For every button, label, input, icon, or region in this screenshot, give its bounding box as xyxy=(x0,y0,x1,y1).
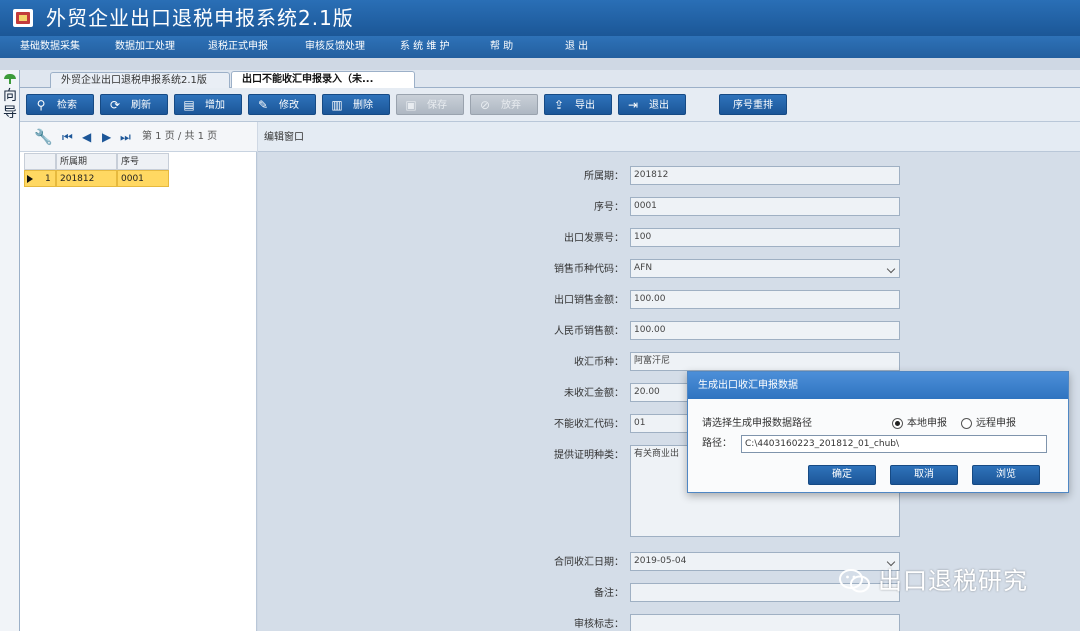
pager-status: 第 1 页 / 共 1 页 xyxy=(142,131,218,142)
cancel-icon: ⊘ xyxy=(479,98,491,112)
field-label-seq: 序号： xyxy=(594,202,624,213)
menu-basic-data[interactable]: 基础数据采集 xyxy=(20,40,80,54)
exit-icon: ⇥ xyxy=(627,98,639,112)
tab-bar: 外贸企业出口退税申报系统2.1版 出口不能收汇申报录入（未... xyxy=(20,70,1080,89)
edit-button[interactable]: ✎ 修改 xyxy=(248,94,316,115)
field-label-rmb-amount: 人民币销售额： xyxy=(554,326,624,337)
browse-button[interactable]: 浏览 xyxy=(972,465,1040,485)
pager-bar: 🔧 ⏮ ◀ ▶ ⏭ 第 1 页 / 共 1 页 xyxy=(20,122,257,152)
search-icon: ⚲ xyxy=(36,98,46,112)
export-icon: ⇪ xyxy=(553,98,565,112)
wizard-nav-strip[interactable]: 向导 xyxy=(0,70,20,631)
edit-icon: ✎ xyxy=(257,98,269,112)
wrench-icon[interactable]: 🔧 xyxy=(34,129,53,145)
tab-uncollected-declaration[interactable]: 出口不能收汇申报录入（未... xyxy=(231,71,415,89)
contract-date-value: 2019-05-04 xyxy=(634,556,687,566)
review-flag-field[interactable] xyxy=(630,614,900,631)
grid-row-header-corner xyxy=(24,153,56,170)
previous-page-icon[interactable]: ◀ xyxy=(82,130,91,144)
column-header-seq[interactable]: 序号 xyxy=(117,153,169,170)
local-declaration-radio[interactable] xyxy=(892,418,903,429)
menu-review-feedback[interactable]: 审核反馈处理 xyxy=(305,40,365,54)
currency-code-value: AFN xyxy=(634,263,653,273)
field-label-proof-type: 提供证明种类： xyxy=(554,450,624,461)
toolbar: ⚲ 检索 ⟳ 刷新 ▤ 增加 ✎ 修改 ▥ 删除 ▣ 保存 ⊘ 放弃 ⇪ 导出 ⇥ 退出 序号重排 xyxy=(20,88,1080,122)
refresh-icon: ⟳ xyxy=(109,98,121,112)
edit-header: 编辑窗口 xyxy=(258,122,1080,152)
app-window: 外贸企业出口退税申报系统2.1版 基础数据采集 数据加工处理 退税正式申报 审核… xyxy=(0,0,1080,631)
first-page-icon[interactable]: ⏮ xyxy=(62,130,73,144)
chevron-down-icon xyxy=(886,264,896,274)
field-label-currency: 销售币种代码： xyxy=(554,264,624,275)
search-button[interactable]: ⚲ 检索 xyxy=(26,94,94,115)
menu-system-maintenance[interactable]: 系 统 维 护 xyxy=(400,40,450,54)
window-title: 外贸企业出口退税申报系统2.1版 xyxy=(46,6,354,30)
menu-formal-declaration[interactable]: 退税正式申报 xyxy=(208,40,268,54)
confirm-button[interactable]: 确定 xyxy=(808,465,876,485)
wizard-icon xyxy=(4,74,16,84)
wechat-icon xyxy=(839,569,870,593)
cancel-button[interactable]: 取消 xyxy=(890,465,958,485)
path-label: 路径： xyxy=(702,438,732,449)
record-list-pane: 🔧 ⏮ ◀ ▶ ⏭ 第 1 页 / 共 1 页 所属期 序号 1 201812 … xyxy=(20,122,257,631)
menu-data-processing[interactable]: 数据加工处理 xyxy=(115,40,175,54)
table-row-seq[interactable]: 0001 xyxy=(117,170,169,187)
field-label-review-flag: 审核标志： xyxy=(574,619,624,630)
next-page-icon[interactable]: ▶ xyxy=(102,130,111,144)
field-label-period: 所属期： xyxy=(584,171,624,182)
tab-home[interactable]: 外贸企业出口退税申报系统2.1版 xyxy=(50,72,230,88)
invoice-number-field[interactable]: 100 xyxy=(630,228,900,247)
field-label-reason-code: 不能收汇代码： xyxy=(554,419,624,430)
trash-icon: ▥ xyxy=(331,98,343,112)
add-button[interactable]: ▤ 增加 xyxy=(174,94,242,115)
reorder-sequence-button[interactable]: 序号重排 xyxy=(719,94,787,115)
path-input[interactable]: C:\4403160223_201812_01_chub\ xyxy=(741,435,1047,453)
menu-exit[interactable]: 退 出 xyxy=(565,40,588,54)
local-declaration-label[interactable]: 本地申报 xyxy=(907,417,947,431)
field-label-invoice: 出口发票号： xyxy=(564,233,624,244)
dialog-prompt: 请选择生成申报数据路径 xyxy=(702,418,812,429)
dialog-title-bar[interactable]: 生成出口收汇申报数据 xyxy=(688,372,1068,399)
menu-bar: 基础数据采集 数据加工处理 退税正式申报 审核反馈处理 系 统 维 护 帮 助 … xyxy=(0,36,1080,58)
last-page-icon[interactable]: ⏭ xyxy=(120,130,131,144)
save-button[interactable]: ▣ 保存 xyxy=(396,94,464,115)
menu-help[interactable]: 帮 助 xyxy=(490,40,513,54)
cancel-edit-button[interactable]: ⊘ 放弃 xyxy=(470,94,538,115)
field-label-sales-amount: 出口销售金额： xyxy=(554,295,624,306)
dialog-title: 生成出口收汇申报数据 xyxy=(698,380,798,391)
record-grid: 所属期 序号 1 201812 0001 xyxy=(24,153,169,189)
period-field[interactable]: 201812 xyxy=(630,166,900,185)
delete-button[interactable]: ▥ 删除 xyxy=(322,94,390,115)
generate-declaration-dialog: 生成出口收汇申报数据 请选择生成申报数据路径 本地申报 远程申报 路径： C:\… xyxy=(687,371,1069,493)
app-logo-icon xyxy=(13,9,33,27)
add-document-icon: ▤ xyxy=(183,98,195,112)
column-header-period[interactable]: 所属期 xyxy=(56,153,117,170)
field-label-collection-currency: 收汇币种： xyxy=(574,357,624,368)
watermark-text: 出口退税研究 xyxy=(878,567,1028,595)
save-icon: ▣ xyxy=(405,98,417,112)
current-row-arrow-icon xyxy=(27,175,33,183)
table-row-period[interactable]: 201812 xyxy=(56,170,117,187)
seq-field[interactable]: 0001 xyxy=(630,197,900,216)
field-label-contract-date: 合同收汇日期： xyxy=(554,557,624,568)
collection-currency-field[interactable]: 阿富汗尼 xyxy=(630,352,900,371)
remote-declaration-label[interactable]: 远程申报 xyxy=(976,417,1016,431)
field-label-remark: 备注： xyxy=(594,588,624,599)
export-button[interactable]: ⇪ 导出 xyxy=(544,94,612,115)
wizard-label: 向导 xyxy=(3,88,17,121)
chevron-down-icon xyxy=(886,557,896,567)
remote-declaration-radio[interactable] xyxy=(961,418,972,429)
rmb-amount-field[interactable]: 100.00 xyxy=(630,321,900,340)
title-bar: 外贸企业出口退税申报系统2.1版 xyxy=(0,0,1080,36)
field-label-uncollected-amount: 未收汇金额： xyxy=(564,388,624,399)
sales-amount-field[interactable]: 100.00 xyxy=(630,290,900,309)
edit-window-title: 编辑窗口 xyxy=(264,132,304,143)
refresh-button[interactable]: ⟳ 刷新 xyxy=(100,94,168,115)
exit-button[interactable]: ⇥ 退出 xyxy=(618,94,686,115)
currency-code-select[interactable]: AFN xyxy=(630,259,900,278)
